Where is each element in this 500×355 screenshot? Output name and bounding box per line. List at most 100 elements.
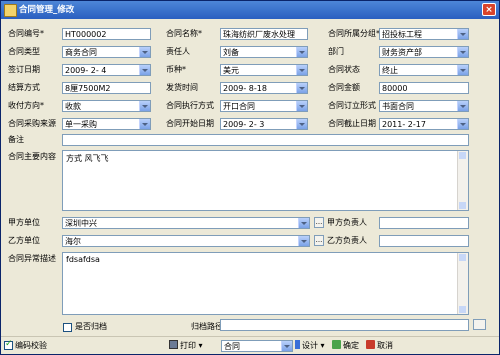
archived-label: 是否归档: [75, 322, 107, 331]
sign-form-label: 合同订立形式: [328, 101, 376, 110]
start-date-label: 合同开始日期: [166, 119, 214, 128]
confirm-button[interactable]: 确定: [332, 339, 359, 352]
category-label: 合同所属分组*: [328, 29, 380, 38]
chevron-down-icon[interactable]: [457, 65, 468, 75]
close-button[interactable]: ×: [482, 3, 496, 16]
chevron-down-icon[interactable]: [296, 119, 307, 129]
party-a-value: 深圳中兴: [65, 219, 97, 228]
design-button[interactable]: 设计 ▾: [295, 339, 325, 352]
responsible-select[interactable]: 刘备: [220, 46, 308, 58]
code-check-label: 编码校验: [15, 341, 47, 350]
template-value: 合同: [224, 342, 240, 351]
cancel-button[interactable]: 取消: [366, 339, 393, 352]
chevron-down-icon[interactable]: [457, 47, 468, 57]
sign-date-picker[interactable]: 2009- 2- 4: [62, 64, 151, 76]
main-content-textarea[interactable]: 方式 风飞飞: [62, 150, 469, 211]
sign-date-value: 2009- 2- 4: [65, 66, 107, 75]
party-b-label: 乙方单位: [8, 236, 40, 245]
amount-input[interactable]: 80000: [379, 82, 469, 94]
chevron-down-icon[interactable]: [281, 341, 292, 351]
party-a-label: 甲方单位: [8, 218, 40, 227]
contract-no-input[interactable]: HT000002: [62, 28, 151, 40]
chevron-down-icon[interactable]: [296, 83, 307, 93]
currency-label: 币种*: [166, 65, 186, 74]
send-time-label: 发货时间: [166, 83, 198, 92]
payment-direction-label: 收付方向*: [8, 101, 44, 110]
party-a-lookup-button[interactable]: ...: [314, 217, 324, 228]
responsible-label: 责任人: [166, 47, 190, 56]
department-select[interactable]: 财务资产部: [379, 46, 469, 58]
print-label: 打印: [180, 341, 196, 350]
status-label: 合同状态: [328, 65, 360, 74]
print-button[interactable]: 打印 ▾: [169, 339, 203, 352]
chevron-down-icon[interactable]: [139, 65, 150, 75]
main-content-scrollbar[interactable]: [457, 151, 468, 210]
end-date-picker[interactable]: 2011- 2-17: [379, 118, 469, 130]
printer-icon: [169, 340, 178, 349]
abnormal-desc-text: fdsafdsa: [66, 255, 100, 264]
contract-type-select[interactable]: 商务合同: [62, 46, 151, 58]
chevron-down-icon[interactable]: [296, 47, 307, 57]
currency-value: 美元: [223, 66, 239, 75]
chevron-down-icon[interactable]: [298, 236, 309, 246]
exec-method-label: 合同执行方式: [166, 101, 214, 110]
send-time-value: 2009- 8-18: [223, 84, 267, 93]
chevron-down-icon[interactable]: [296, 101, 307, 111]
chevron-down-icon[interactable]: [139, 47, 150, 57]
chevron-down-icon[interactable]: [457, 119, 468, 129]
category-value: 招投标工程: [382, 30, 422, 39]
bottom-toolbar: 编码校验 打印 ▾ 合同 设计 ▾ 确定 取消: [1, 336, 499, 355]
exec-method-select[interactable]: 开口合同: [220, 100, 308, 112]
contract-no-label: 合同编号*: [8, 29, 44, 38]
cancel-icon: [366, 340, 375, 349]
contract-type-value: 商务合同: [65, 48, 97, 57]
contract-name-input[interactable]: 珠海纺织厂废水处理: [220, 28, 308, 40]
template-select[interactable]: 合同: [221, 340, 293, 352]
purchase-source-select[interactable]: 单一采购: [62, 118, 151, 130]
category-select[interactable]: 招投标工程: [379, 28, 469, 40]
currency-select[interactable]: 美元: [220, 64, 308, 76]
chevron-down-icon[interactable]: [457, 29, 468, 39]
send-time-picker[interactable]: 2009- 8-18: [220, 82, 308, 94]
end-date-label: 合同截止日期: [328, 119, 376, 128]
main-content-text: 方式 风飞飞: [66, 154, 109, 163]
purchase-source-label: 合同采购来源: [8, 119, 56, 128]
remarks-label: 备注: [8, 135, 24, 144]
party-a-contact-input[interactable]: [379, 217, 469, 229]
abnormal-desc-label: 合同异常描述: [8, 254, 56, 263]
remarks-input[interactable]: [62, 134, 469, 146]
settle-method-label: 结算方式: [8, 83, 40, 92]
settle-method-input[interactable]: 8厘7500M2: [62, 82, 151, 94]
payment-direction-select[interactable]: 收款: [62, 100, 151, 112]
abnormal-desc-scrollbar[interactable]: [457, 253, 468, 314]
abnormal-desc-textarea[interactable]: fdsafdsa: [62, 252, 469, 315]
sign-form-value: 书面合同: [382, 102, 414, 111]
archived-checkbox[interactable]: [63, 323, 72, 332]
archive-path-browse-button[interactable]: [473, 319, 486, 330]
payment-direction-value: 收款: [65, 102, 81, 111]
sign-form-select[interactable]: 书面合同: [379, 100, 469, 112]
contract-edit-window: 合同管理_修改 × 合同编号* HT000002 合同名称* 珠海纺织厂废水处理…: [0, 0, 500, 355]
chevron-down-icon[interactable]: [296, 65, 307, 75]
code-check-checkbox[interactable]: [4, 339, 13, 350]
main-content-label: 合同主要内容: [8, 152, 56, 161]
check-icon: [332, 340, 341, 349]
status-value: 终止: [382, 66, 398, 75]
chevron-down-icon[interactable]: [457, 101, 468, 111]
chevron-down-icon[interactable]: [298, 218, 309, 228]
party-b-contact-label: 乙方负责人: [327, 236, 367, 245]
party-b-select[interactable]: 海尔: [62, 235, 310, 247]
window-title: 合同管理_修改: [19, 5, 75, 15]
archive-path-input[interactable]: [220, 319, 469, 331]
chevron-down-icon[interactable]: [139, 119, 150, 129]
party-b-contact-input[interactable]: [379, 235, 469, 247]
design-icon: [295, 340, 300, 349]
status-select[interactable]: 终止: [379, 64, 469, 76]
design-label: 设计: [302, 341, 318, 350]
party-a-select[interactable]: 深圳中兴: [62, 217, 310, 229]
start-date-picker[interactable]: 2009- 2- 3: [220, 118, 308, 130]
window-icon: [4, 4, 17, 17]
party-b-lookup-button[interactable]: ...: [314, 235, 324, 246]
chevron-down-icon[interactable]: [139, 101, 150, 111]
confirm-label: 确定: [343, 341, 359, 350]
